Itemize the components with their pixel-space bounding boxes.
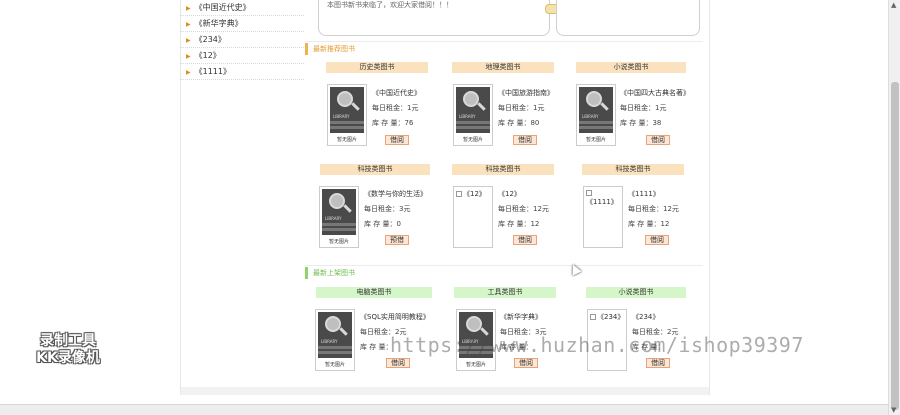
scroll-thumb[interactable]	[891, 82, 899, 410]
category-item[interactable]: ▶ 《234》	[180, 32, 304, 48]
tab-technology[interactable]: 科技类图书	[320, 164, 430, 175]
book-stock: 库 存 量：76	[372, 119, 414, 127]
watermark-line: KK录像机	[36, 350, 100, 366]
tab-technology[interactable]: 科技类图书	[582, 164, 684, 175]
horizontal-scrollbar[interactable]	[0, 404, 888, 415]
tab-technology[interactable]: 科技类图书	[452, 164, 554, 175]
borrow-button[interactable]: 借阅	[514, 358, 538, 368]
tab-tools[interactable]: 工具类图书	[454, 287, 556, 298]
book-stock: 库 存 量：12	[628, 220, 670, 228]
broken-image-alt: 《1111》	[586, 189, 622, 207]
no-image-caption: 暂无图片	[336, 137, 357, 143]
book-stock: 库 存 量：	[360, 343, 393, 351]
section-accent-bar	[305, 43, 308, 55]
bullet-arrow-icon: ▶	[186, 5, 191, 12]
watermark-line: 录制工具	[40, 333, 96, 349]
broken-image-icon	[586, 190, 592, 196]
book-title[interactable]: 《数学与你的生活》	[364, 189, 427, 199]
book-rent: 每日租金：12元	[628, 205, 679, 213]
book-title[interactable]: 《中国四大古典名著》	[620, 88, 690, 98]
book-title[interactable]: 《12》	[498, 189, 521, 199]
alt-text: 《1111》	[586, 198, 618, 206]
borrow-button[interactable]: 借阅	[513, 135, 537, 145]
section-title: 最新上架图书	[313, 269, 355, 277]
category-label: 《12》	[194, 51, 221, 60]
book-rent: 每日租金：1元	[372, 104, 419, 112]
bullet-arrow-icon: ▶	[186, 37, 191, 44]
book-cover-image-broken[interactable]: 《12》	[453, 186, 493, 248]
bullet-arrow-icon: ▶	[186, 69, 191, 76]
recorder-watermark: 录制工具 KK录像机	[22, 333, 114, 367]
book-stock: 库 存 量：38	[620, 119, 662, 127]
book-title[interactable]: 《中国旅游指南》	[498, 88, 554, 98]
alt-text: 《234》	[597, 313, 625, 321]
vertical-scrollbar[interactable]: ▲ ▼	[888, 0, 900, 415]
section-title: 最新推荐图书	[313, 45, 355, 53]
scroll-down-icon[interactable]: ▼	[891, 406, 896, 414]
category-label: 《中国近代史》	[194, 3, 251, 12]
book-cover-image[interactable]: LIBRARY 暂无图片	[315, 309, 355, 371]
scroll-up-icon[interactable]: ▲	[891, 1, 896, 9]
section-header-new-arrivals: 最新上架图书	[305, 265, 703, 279]
category-item[interactable]: ▶ 《中国近代史》	[180, 0, 304, 16]
no-image-caption: 暂无图片	[462, 137, 483, 143]
side-panel	[556, 0, 700, 36]
tab-geography[interactable]: 地理类图书	[452, 62, 554, 73]
book-rent: 每日租金：1元	[498, 104, 545, 112]
category-list: ▶ 《中国近代史》 ▶ 《新华字典》 ▶ 《234》 ▶ 《12》 ▶ 《1111》	[180, 0, 304, 80]
borrow-button[interactable]: 借阅	[646, 135, 670, 145]
broken-image-icon	[456, 191, 462, 197]
book-rent: 每日租金：1元	[620, 104, 667, 112]
no-image-caption: 暂无图片	[324, 362, 345, 368]
category-label: 《234》	[194, 35, 226, 44]
bullet-arrow-icon: ▶	[186, 21, 191, 28]
tab-novel[interactable]: 小说类图书	[586, 287, 686, 298]
tab-computer[interactable]: 电脑类图书	[316, 287, 432, 298]
broken-image-alt: 《234》	[590, 312, 624, 322]
book-stock: 库 存 量：0	[364, 220, 401, 228]
tab-novel[interactable]: 小说类图书	[576, 62, 686, 73]
no-image-caption: 暂无图片	[585, 137, 606, 143]
borrow-button[interactable]: 借阅	[385, 135, 409, 145]
no-image-caption: 暂无图片	[465, 362, 486, 368]
category-item[interactable]: ▶ 《新华字典》	[180, 16, 304, 32]
book-rent: 每日租金：3元	[364, 205, 411, 213]
book-title[interactable]: 《新华字典》	[500, 312, 542, 322]
book-stock: 库 存 量：80	[498, 119, 540, 127]
borrow-button[interactable]: 借阅	[645, 235, 669, 245]
notice-text: 本图书新书来临了，欢迎大家借阅！！！	[327, 1, 453, 9]
bullet-arrow-icon: ▶	[186, 53, 191, 60]
broken-image-alt: 《12》	[456, 189, 486, 199]
book-cover-image[interactable]: LIBRARY 暂无图片	[319, 186, 359, 248]
book-cover-image-broken[interactable]: 《1111》	[583, 186, 623, 248]
broken-image-icon	[590, 314, 596, 320]
book-stock: 库 存 量：12	[498, 220, 540, 228]
url-watermark: https://www.huzhan.com/ishop39397	[390, 333, 804, 357]
book-cover-image[interactable]: LIBRARY 暂无图片	[327, 84, 367, 146]
category-item[interactable]: ▶ 《12》	[180, 48, 304, 64]
category-item[interactable]: ▶ 《1111》	[180, 64, 304, 80]
book-title[interactable]: 《234》	[632, 312, 659, 322]
book-rent: 每日租金：12元	[498, 205, 549, 213]
footer-bar	[181, 387, 709, 395]
reserve-button[interactable]: 预借	[385, 235, 409, 245]
book-title[interactable]: 《1111》	[628, 189, 660, 199]
borrow-button[interactable]: 借阅	[386, 358, 410, 368]
tab-history[interactable]: 历史类图书	[326, 62, 428, 73]
book-title[interactable]: 《SQL实用简明教程》	[360, 312, 430, 322]
no-image-caption: 暂无图片	[328, 239, 349, 245]
section-accent-bar	[305, 267, 308, 279]
book-cover-image[interactable]: LIBRARY 暂无图片	[453, 84, 493, 146]
book-title[interactable]: 《中国近代史》	[372, 88, 421, 98]
category-label: 《新华字典》	[194, 19, 243, 28]
borrow-button[interactable]: 借阅	[513, 235, 537, 245]
notice-board: 本图书新书来临了，欢迎大家借阅！！！	[318, 0, 550, 36]
book-cover-image[interactable]: LIBRARY 暂无图片	[576, 84, 616, 146]
section-header-recommended: 最新推荐图书	[305, 41, 703, 55]
alt-text: 《12》	[463, 190, 486, 198]
borrow-button[interactable]: 借阅	[646, 358, 670, 368]
category-label: 《1111》	[194, 67, 231, 76]
